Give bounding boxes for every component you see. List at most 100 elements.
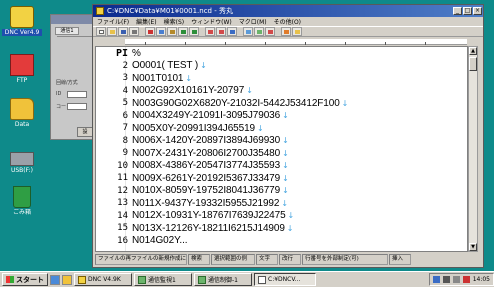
line-text: N009X-6261Y-20192I5367J33479 — [132, 172, 281, 184]
config-button[interactable] — [281, 27, 291, 36]
open-file-button[interactable] — [107, 27, 117, 36]
code-line: 4 N002G92X10161Y-20797 ↓ — [96, 85, 467, 98]
copy-button[interactable] — [156, 27, 166, 36]
id-field[interactable] — [67, 91, 87, 98]
line-text: N012X-10931Y-18767I7639J22475 — [132, 210, 286, 222]
network-icon[interactable] — [442, 276, 450, 283]
field-label: ID — [56, 91, 62, 97]
quicklaunch-ie-icon[interactable] — [50, 274, 60, 285]
grep-button[interactable] — [227, 27, 237, 36]
line-number: 5 — [122, 98, 128, 109]
taskbar-item-control[interactable]: 通信制御-1 — [194, 273, 252, 286]
new-icon — [99, 30, 104, 34]
status-selection: 選択範囲の例 — [211, 254, 255, 265]
status-line-number: 行番号を外部制定(可) — [302, 254, 388, 265]
newline-marker: ↓ — [282, 173, 289, 183]
desktop-icon-dnc[interactable]: DNC Ver4.9 — [2, 6, 42, 36]
ruler-tick — [345, 42, 346, 45]
desktop-icon-label: USB(F:) — [10, 167, 33, 174]
status-eol: 改行 — [279, 254, 301, 265]
code-line: 15 N013X-12126Y-18211I6215J14909 ↓ — [96, 222, 467, 235]
menu-search[interactable]: 検索(S) — [164, 17, 185, 26]
newline-marker: ↓ — [281, 198, 289, 208]
line-text: N005X0Y-20991I394J65519 — [132, 122, 255, 134]
pi-label: PI — [115, 47, 128, 59]
scroll-down-arrow-icon[interactable]: ▼ — [469, 243, 477, 251]
menu-macro[interactable]: マクロ(M) — [239, 17, 267, 26]
column-ruler — [125, 39, 467, 45]
line-text: O0001( TEST ) — [132, 60, 199, 72]
desktop-icon-data[interactable]: Data — [2, 98, 42, 128]
line-number: 16 — [117, 235, 128, 246]
security-icon[interactable] — [462, 276, 470, 283]
paste-icon — [170, 30, 175, 34]
folder-icon — [10, 98, 34, 120]
undo-button[interactable] — [178, 27, 188, 36]
menu-file[interactable]: ファイル(F) — [97, 17, 129, 26]
bookmark-button[interactable] — [254, 27, 264, 36]
jump-button[interactable] — [243, 27, 253, 36]
status-message: ファイルの再ファイルの新規作成に複数 — [95, 254, 187, 265]
line-text: N010X-8059Y-19752I8041J36779 — [132, 185, 281, 197]
print-icon — [132, 30, 137, 34]
code-line: 7 N005X0Y-20991I394J65519 ↓ — [96, 122, 467, 135]
code-line: 8 N006X-1420Y-20897I3894J69930 ↓ — [96, 135, 467, 148]
newline-marker: ↓ — [287, 211, 295, 221]
save-file-button[interactable] — [118, 27, 128, 36]
task-label: DNC V4.9K — [88, 276, 121, 283]
settings-button[interactable]: 設 — [77, 127, 93, 137]
print-button[interactable] — [129, 27, 139, 36]
find-button[interactable] — [205, 27, 215, 36]
newline-marker: ↓ — [246, 86, 253, 96]
help-icon — [295, 30, 300, 34]
maximize-button[interactable]: □ — [463, 7, 472, 15]
vertical-scrollbar[interactable]: ▲ ▼ — [468, 46, 478, 252]
scroll-up-arrow-icon[interactable]: ▲ — [469, 47, 477, 55]
line-number: 13 — [117, 198, 128, 209]
code-field[interactable] — [67, 103, 87, 110]
desktop-icon-recycle-bin[interactable]: ごみ箱 — [2, 186, 42, 216]
taskbar-item-dnc[interactable]: DNC V4.9K — [74, 273, 132, 286]
scroll-thumb[interactable] — [469, 57, 477, 71]
config-icon — [284, 30, 289, 34]
line-number: 6 — [122, 110, 128, 121]
menu-bar: ファイル(F) 編集(E) 検索(S) ウィンドウ(W) マクロ(M) その他(… — [93, 17, 483, 26]
paste-button[interactable] — [167, 27, 177, 36]
code-line: 9 N007X-2431Y-20806I2700J35480 ↓ — [96, 147, 467, 160]
ruler-tick — [425, 42, 426, 45]
taskbar-item-editor[interactable]: C:¥DNCV... — [254, 273, 316, 286]
cut-button[interactable] — [145, 27, 155, 36]
start-button[interactable]: スタート — [2, 273, 48, 286]
volume-icon[interactable] — [452, 276, 460, 283]
menu-edit[interactable]: 編集(E) — [136, 17, 156, 26]
editor-text-area[interactable]: PI % 2 O0001( TEST ) ↓ 3 N001T0101 ↓ 4 N002G9… — [95, 46, 468, 252]
help-button[interactable] — [292, 27, 302, 36]
quicklaunch-folder-icon[interactable] — [62, 274, 72, 285]
menu-window[interactable]: ウィンドウ(W) — [191, 17, 232, 26]
task-label: C:¥DNCV... — [268, 276, 301, 283]
desktop-icon-usb[interactable]: USB(F:) — [2, 146, 42, 174]
macro-button[interactable] — [265, 27, 275, 36]
replace-button[interactable] — [216, 27, 226, 36]
line-number: 10 — [117, 160, 128, 171]
ftp-icon — [10, 54, 34, 76]
ime-icon[interactable] — [432, 276, 440, 283]
desktop-icon-ftp[interactable]: FTP — [2, 54, 42, 84]
new-file-button[interactable] — [96, 27, 106, 36]
line-number: 11 — [117, 173, 128, 184]
desktop-icon-label: FTP — [16, 77, 28, 84]
window-titlebar[interactable]: C:¥DNC¥Data¥M01¥0001.ncd - 秀丸 _ □ × — [93, 5, 483, 17]
tab-comm-1[interactable]: 通信1 — [55, 27, 79, 35]
taskbar-item-monitor[interactable]: 通信監視1 — [134, 273, 192, 286]
close-button[interactable]: × — [473, 7, 482, 15]
minimize-button[interactable]: _ — [453, 7, 462, 15]
code-line: 2 O0001( TEST ) ↓ — [96, 60, 467, 73]
toolbar — [93, 26, 483, 37]
ruler-tick — [305, 42, 306, 45]
status-char: 文字 — [256, 254, 278, 265]
code-line: 14 N012X-10931Y-18767I7639J22475 ↓ — [96, 210, 467, 223]
line-text: N006X-1420Y-20897I3894J69930 — [132, 135, 281, 147]
menu-other[interactable]: その他(O) — [274, 17, 301, 26]
redo-icon — [192, 30, 197, 34]
redo-button[interactable] — [189, 27, 199, 36]
